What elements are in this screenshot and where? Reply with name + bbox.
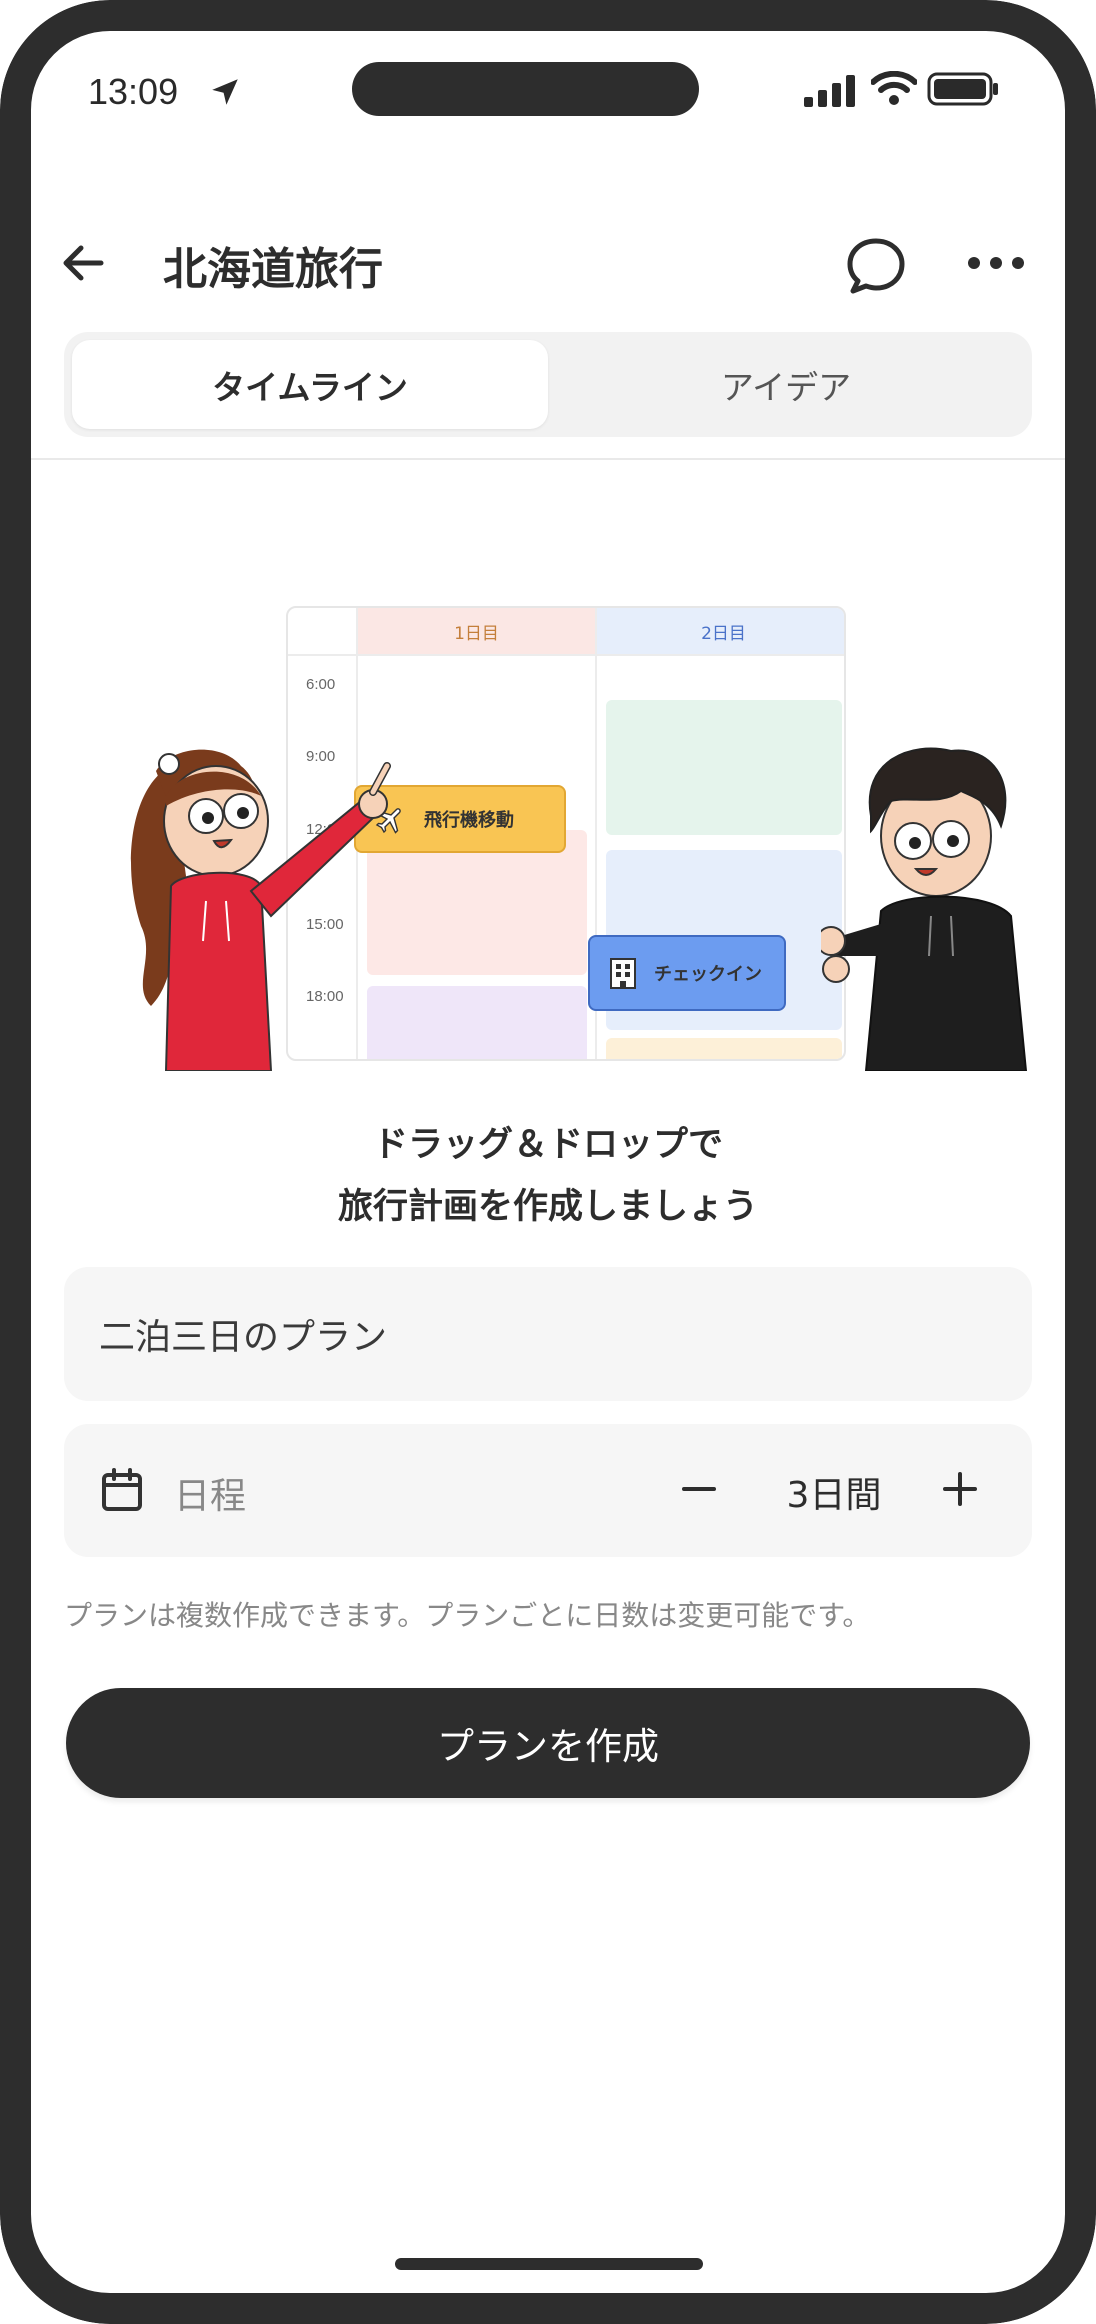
hour-label: 6:00 [306, 676, 336, 693]
calendar-gridline [288, 654, 844, 656]
increase-days-button[interactable] [930, 1459, 990, 1519]
calendar-icon [102, 1468, 142, 1511]
location-arrow-icon [212, 79, 238, 105]
boy-character-illustration [821, 747, 1028, 1071]
create-plan-button[interactable]: プランを作成 [66, 1688, 1030, 1798]
flight-chip-label: 飛行機移動 [424, 810, 514, 831]
wifi-icon [871, 71, 917, 105]
view-tabs: タイムライン アイデア [64, 332, 1032, 437]
headline-line2: 旅行計画を作成しましょう [337, 1187, 758, 1227]
onboarding-illustration: 1日目 2日目 6:00 9:00 12:00 15:00 18:00 飛行機移… [61, 551, 1035, 1071]
hotel-building-icon [610, 958, 636, 989]
decrease-days-button[interactable] [669, 1459, 729, 1519]
helper-text: プランは複数作成できます。プランごとに日数は変更可能です。 [64, 1599, 871, 1632]
days-count-value: 3日間 [786, 1475, 882, 1516]
plan-name-input[interactable] [64, 1267, 1032, 1401]
event-block [606, 700, 842, 835]
chat-bubble-icon[interactable] [844, 235, 908, 295]
screen: 13:09 北海道旅行 タイムライン アイデア 1日目 2日目 6:00 9:0… [31, 31, 1065, 2293]
more-options-icon[interactable] [966, 243, 1026, 283]
home-indicator[interactable] [395, 2258, 703, 2270]
checkin-chip-label: チェックイン [654, 964, 762, 985]
back-arrow-icon[interactable] [55, 235, 111, 291]
tab-timeline[interactable]: タイムライン [72, 340, 548, 429]
day1-header: 1日目 [358, 608, 595, 654]
dates-label: 日程 [174, 1476, 247, 1517]
status-time: 13:09 [88, 71, 179, 112]
girl-character-illustration [131, 749, 391, 1071]
headline-line1: ドラッグ＆ドロップで [372, 1125, 723, 1165]
tab-ideas[interactable]: アイデア [548, 340, 1024, 429]
minus-icon [682, 1487, 716, 1491]
page-title: 北海道旅行 [163, 244, 383, 295]
onboarding-headline: ドラッグ＆ドロップで 旅行計画を作成しましょう [31, 1114, 1065, 1238]
battery-icon [927, 72, 998, 106]
app-header: 北海道旅行 [31, 221, 1065, 301]
day2-header: 2日目 [597, 608, 844, 654]
phone: 13:09 北海道旅行 タイムライン アイデア 1日目 2日目 6:00 9:0… [0, 0, 1096, 2324]
checkin-chip: チェックイン [588, 935, 786, 1011]
event-block [606, 1038, 842, 1059]
trip-length-field: 日程 3日間 [64, 1424, 1032, 1557]
header-divider [31, 458, 1065, 460]
plus-icon [943, 1472, 977, 1506]
cellular-signal-icon [804, 75, 855, 107]
status-bar: 13:09 [31, 31, 1065, 151]
dynamic-island [352, 62, 699, 116]
